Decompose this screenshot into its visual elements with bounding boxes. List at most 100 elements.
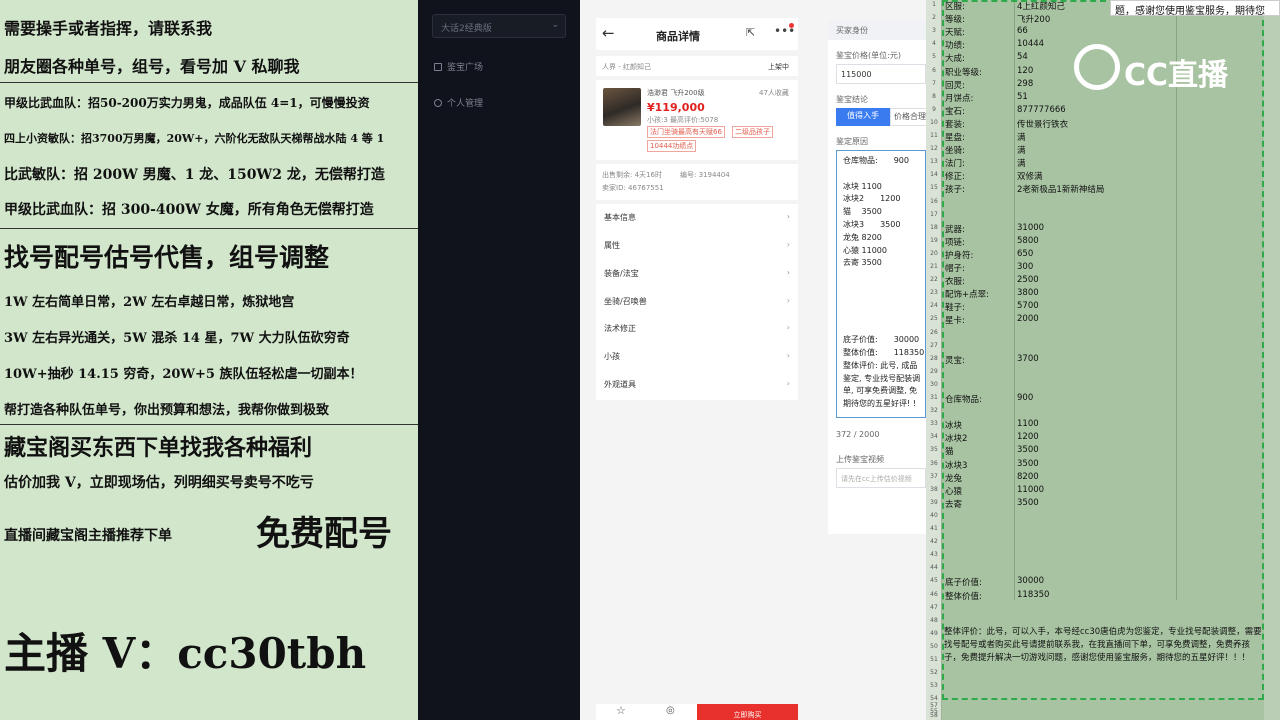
price-reasonable-button[interactable]: 价格合理 bbox=[890, 108, 930, 126]
row-number[interactable]: 36 bbox=[926, 460, 942, 467]
back-arrow-icon[interactable]: ← bbox=[602, 24, 615, 42]
menu-item-children[interactable]: 小孩 › bbox=[604, 351, 792, 362]
row-number[interactable]: 25 bbox=[926, 315, 942, 322]
row-number[interactable]: 31 bbox=[926, 394, 942, 401]
row-number[interactable]: 35 bbox=[926, 446, 942, 453]
row-number[interactable]: 26 bbox=[926, 329, 942, 336]
video-upload-input[interactable]: 请先在cc上传估价视频 bbox=[836, 468, 926, 488]
text-line: 单, 可享免费调整, 免 bbox=[843, 386, 918, 396]
game-select[interactable]: 大话2经典版 ⌄ bbox=[432, 14, 566, 38]
menu-item-mounts[interactable]: 坐骑/召唤兽 › bbox=[604, 296, 792, 307]
row-number[interactable]: 48 bbox=[926, 617, 942, 624]
row-number[interactable]: 32 bbox=[926, 407, 942, 414]
row-number[interactable]: 30 bbox=[926, 381, 942, 388]
chevron-right-icon: › bbox=[786, 379, 790, 388]
row-number[interactable]: 39 bbox=[926, 499, 942, 506]
row-number[interactable]: 42 bbox=[926, 538, 942, 545]
row-number[interactable]: 6 bbox=[926, 67, 942, 74]
row-number[interactable]: 19 bbox=[926, 237, 942, 244]
row-number[interactable]: 5 bbox=[926, 53, 942, 60]
row-number[interactable]: 3 bbox=[926, 27, 942, 34]
text-line bbox=[843, 309, 919, 322]
sidebar-item-label: 鉴宝广场 bbox=[447, 63, 484, 73]
text-line bbox=[843, 321, 919, 334]
row-number[interactable]: 13 bbox=[926, 158, 942, 165]
row-number[interactable]: 7 bbox=[926, 80, 942, 87]
overflow-text-banner: 题，感谢您使用鉴宝服务，期待您 bbox=[1110, 0, 1280, 16]
text-line bbox=[843, 270, 919, 283]
menu-item-label: 属性 bbox=[604, 241, 620, 250]
row-number[interactable]: 14 bbox=[926, 171, 942, 178]
row-number[interactable]: 20 bbox=[926, 250, 942, 257]
reason-textarea[interactable]: 仓库物品: 900 冰块 1100 冰块2 1200 猫 3500 冰块3 35… bbox=[836, 150, 926, 418]
streamer-contact: 主播 V：cc30tbh bbox=[4, 629, 367, 678]
product-tag: 法门坐骑最高有天赋66 bbox=[647, 126, 725, 138]
row-number[interactable]: 58 bbox=[926, 712, 942, 719]
row-number[interactable]: 11 bbox=[926, 132, 942, 139]
row-number[interactable]: 18 bbox=[926, 224, 942, 231]
row-number[interactable]: 57 bbox=[926, 702, 942, 709]
price-input[interactable]: 115000 bbox=[836, 64, 926, 84]
text-line: 仓库物品: 900 bbox=[843, 156, 909, 165]
text-line: 去寄 3500 bbox=[843, 258, 882, 268]
row-number[interactable]: 1 bbox=[926, 1, 942, 8]
share-icon[interactable]: ⇱ bbox=[746, 26, 755, 39]
menu-item-spell-correction[interactable]: 法术修正 › bbox=[604, 323, 792, 334]
text-line: 整体评价: 此号, 成品 bbox=[843, 360, 918, 370]
form-card: 买家身份 鉴宝价格(单位:元) 115000 鉴宝结论 值得入手 价格合理 鉴定… bbox=[828, 20, 930, 534]
row-number[interactable]: 12 bbox=[926, 145, 942, 152]
item-number: 编号: 3194404 bbox=[680, 171, 730, 179]
row-number[interactable]: 43 bbox=[926, 551, 942, 558]
row-number[interactable]: 24 bbox=[926, 302, 942, 309]
row-number[interactable]: 46 bbox=[926, 591, 942, 598]
row-number[interactable]: 51 bbox=[926, 656, 942, 663]
row-number[interactable]: 4 bbox=[926, 40, 942, 47]
row-number[interactable]: 38 bbox=[926, 486, 942, 493]
text-line bbox=[843, 168, 919, 181]
menu-item-appearance[interactable]: 外观道具 › bbox=[604, 379, 792, 390]
row-number[interactable]: 22 bbox=[926, 276, 942, 283]
row-number[interactable]: 9 bbox=[926, 106, 942, 113]
row-number[interactable]: 45 bbox=[926, 577, 942, 584]
row-number[interactable]: 47 bbox=[926, 604, 942, 611]
row-number[interactable]: 41 bbox=[926, 525, 942, 532]
promo-heading: 找号配号估号代售，组号调整 bbox=[4, 243, 330, 272]
row-number[interactable]: 40 bbox=[926, 512, 942, 519]
row-number[interactable]: 37 bbox=[926, 473, 942, 480]
row-number[interactable]: 53 bbox=[926, 682, 942, 689]
row-number[interactable]: 33 bbox=[926, 420, 942, 427]
sidebar-item-appraisal-square[interactable]: 鉴宝广场 bbox=[434, 60, 483, 73]
detail-menu: 基本信息 › 属性 › 装备/法宝 › 坐骑/召唤兽 › 法术修正 › 小孩 › 外观道具 › bbox=[596, 204, 798, 400]
row-number[interactable]: 27 bbox=[926, 342, 942, 349]
row-number[interactable]: 29 bbox=[926, 368, 942, 375]
row-number[interactable]: 50 bbox=[926, 643, 942, 650]
sidebar-item-personal[interactable]: 个人管理 bbox=[434, 96, 483, 109]
row-number[interactable]: 21 bbox=[926, 263, 942, 270]
square-icon bbox=[434, 63, 442, 71]
promo-line: 10W+抽秒 14.15 穷奇，20W+5 族队伍轻松虐一切副本！ bbox=[4, 367, 363, 382]
chat-icon[interactable]: ◎ bbox=[666, 705, 675, 716]
row-number[interactable]: 34 bbox=[926, 433, 942, 440]
menu-item-basic-info[interactable]: 基本信息 › bbox=[604, 212, 792, 223]
row-number[interactable]: 8 bbox=[926, 93, 942, 100]
row-number[interactable]: 10 bbox=[926, 119, 942, 126]
menu-item-attributes[interactable]: 属性 › bbox=[604, 240, 792, 251]
row-number[interactable]: 17 bbox=[926, 211, 942, 218]
character-avatar bbox=[603, 88, 641, 126]
star-icon[interactable]: ☆ bbox=[616, 704, 626, 717]
promo-line: 1W 左右简单日常，2W 左右卓越日常，炼狱地宫 bbox=[4, 295, 295, 310]
row-number[interactable]: 23 bbox=[926, 289, 942, 296]
worth-buying-button[interactable]: 值得入手 bbox=[836, 108, 890, 126]
row-number[interactable]: 28 bbox=[926, 355, 942, 362]
row-number[interactable]: 52 bbox=[926, 669, 942, 676]
game-select-value: 大话2经典版 bbox=[441, 24, 492, 34]
row-number[interactable]: 2 bbox=[926, 14, 942, 21]
menu-item-equipment[interactable]: 装备/法宝 › bbox=[604, 268, 792, 279]
row-number[interactable]: 44 bbox=[926, 564, 942, 571]
row-number[interactable]: 16 bbox=[926, 198, 942, 205]
price: ¥119,000 bbox=[647, 101, 705, 114]
row-number[interactable]: 15 bbox=[926, 184, 942, 191]
buy-now-button[interactable]: 立即购买 bbox=[697, 704, 798, 720]
promo-highlight: 免费配号 bbox=[256, 514, 392, 554]
row-number[interactable]: 49 bbox=[926, 630, 942, 637]
